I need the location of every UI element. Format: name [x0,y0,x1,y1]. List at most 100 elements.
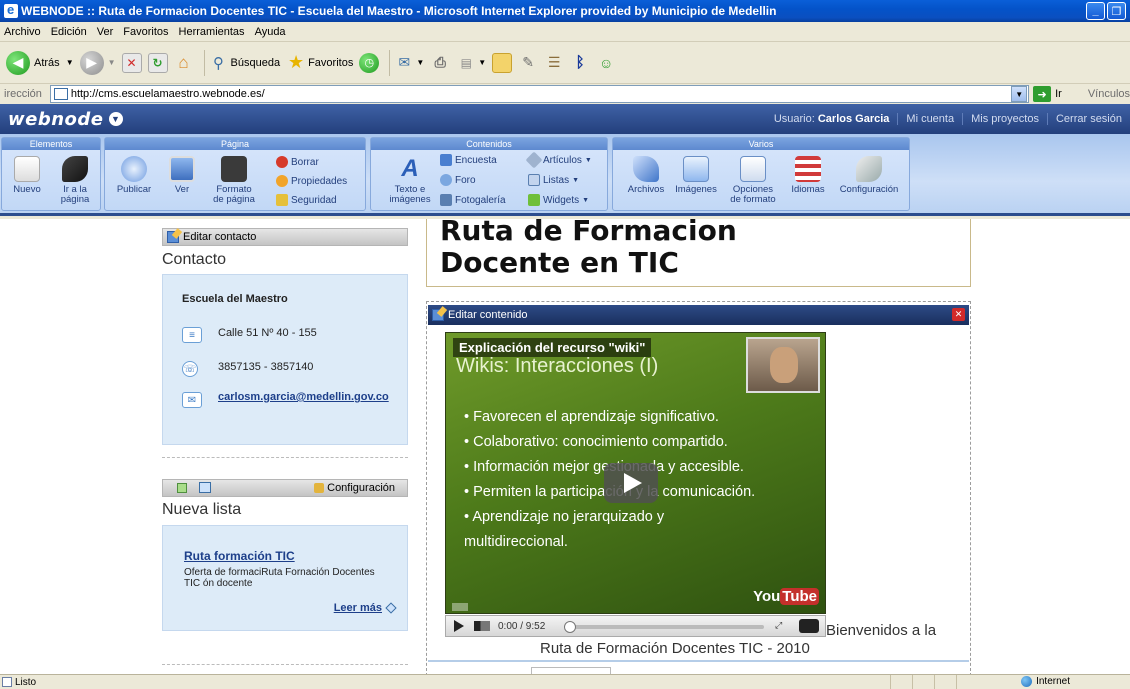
messenger-icon[interactable]: ☺ [596,53,616,73]
seguridad-button[interactable]: Seguridad [276,194,337,206]
list-config-button[interactable]: Configuración [314,482,395,494]
menu-herramientas[interactable]: Herramientas [175,26,251,38]
my-projects-link[interactable]: Mis proyectos [962,113,1047,125]
publish-icon [121,156,147,182]
articulos-button[interactable]: Artículos ▼ [525,151,592,169]
discuss-icon[interactable]: ☰ [544,53,564,73]
forward-button[interactable]: ▶ ▼ [79,50,116,75]
logout-link[interactable]: Cerrar sesión [1046,113,1130,125]
video-watermark-icon [452,603,468,611]
menu-edicion[interactable]: Edición [47,26,93,38]
edit-content-bar[interactable]: Editar contenido ✕ [428,305,969,325]
menu-ayuda[interactable]: Ayuda [251,26,292,38]
go-arrow-icon[interactable]: ➜ [1033,86,1052,102]
volume-icon[interactable] [474,621,490,631]
archivos-button[interactable]: Archivos [618,156,674,195]
contact-address: Calle 51 Nº 40 - 155 [218,327,317,339]
list-edit-icon[interactable] [199,482,211,493]
edit-contact-bar[interactable]: Editar contacto [162,228,408,246]
divider-2 [162,664,408,665]
widgets-button[interactable]: Widgets ▼ [528,194,589,206]
print-icon[interactable]: ⎙ [430,53,450,73]
stop-icon[interactable]: ✕ [121,52,142,73]
video-controls: 0:00 / 9:52 ⤢ [445,615,826,637]
logo-dropdown-icon[interactable]: ▼ [108,112,123,126]
read-more-link[interactable]: Leer más [334,602,382,614]
foro-button[interactable]: Foro [440,174,476,186]
configuracion-button[interactable]: Configuración [832,156,906,195]
opciones-formato-button[interactable]: Opciones de formato [724,156,782,205]
publicar-button[interactable]: Publicar [112,156,156,195]
folder-icon[interactable] [492,52,513,73]
fotogaleria-button[interactable]: Fotogalería [440,194,506,206]
lists-icon [528,174,540,186]
listas-button[interactable]: Listas ▼ [528,174,579,186]
ver-button[interactable]: Ver [160,156,204,195]
list-add-icon[interactable] [177,483,187,493]
play-icon[interactable] [454,620,464,632]
video-player[interactable]: Wikis: Interacciones (I) Explicación del… [445,332,826,614]
menu-favoritos[interactable]: Favoritos [119,26,174,38]
video-title[interactable]: Explicación del recurso "wiki" [453,338,652,357]
my-account-link[interactable]: Mi cuenta [897,113,962,125]
close-icon[interactable]: ✕ [952,308,965,321]
search-button[interactable]: ⚲ Búsqueda [209,53,280,73]
address-url: http://cms.escuelamaestro.webnode.es/ [70,88,265,100]
go-button-label[interactable]: Ir [1055,88,1062,100]
borrar-button[interactable]: Borrar [276,156,319,168]
webnode-logo[interactable]: webnode [0,109,104,130]
mail-button[interactable]: ✉ ▼ [394,53,424,73]
edit-button[interactable]: ▤ ▼ [456,53,487,73]
formato-pagina-button[interactable]: Formato de página [206,156,262,205]
minimize-button[interactable]: _ [1086,2,1105,20]
user-prefix: Usuario: [773,113,815,125]
expand-icon[interactable]: ⤢ [775,620,789,632]
settings-wrench-icon [856,156,882,182]
research-icon[interactable]: ✎ [518,53,538,73]
address-input[interactable]: http://cms.escuelamaestro.webnode.es/ [49,85,1030,103]
read-more-arrow-icon[interactable] [385,602,397,614]
ir-a-label-2: página [60,194,90,205]
page-headline[interactable]: Ruta de Formacion Docente en TIC [440,219,737,279]
history-icon[interactable]: ◷ [359,52,380,73]
address-dropdown-icon[interactable]: ▼ [1011,86,1028,102]
encuesta-button[interactable]: Encuesta [440,154,497,166]
seek-track[interactable] [568,625,764,629]
propiedades-button[interactable]: Propiedades [276,175,347,187]
idiomas-button[interactable]: Idiomas [784,156,832,195]
goto-page-icon [62,156,88,182]
links-label[interactable]: Vínculos [1088,88,1130,100]
play-overlay-icon[interactable] [604,463,658,503]
texto-imagenes-button[interactable]: A Texto e imágenes [384,156,436,205]
refresh-icon[interactable]: ↻ [147,52,168,73]
widgets-label: Widgets [543,194,580,206]
youtube-logo[interactable]: You Tube [753,588,819,605]
welcome-text-2: Ruta de Formación Docentes TIC - 2010 [540,640,810,657]
video-bullet: Colaborativo: conocimiento compartido. [464,430,764,455]
back-button[interactable]: ◀ Atrás ▼ [6,50,74,75]
list-item-title[interactable]: Ruta formación TIC [184,549,295,563]
page-canvas: Editar contacto Contacto Escuela del Mae… [0,219,1130,674]
fullscreen-icon[interactable] [799,619,819,633]
seek-handle[interactable] [564,621,576,633]
go-to-page-button[interactable]: Ir a la página [50,156,100,205]
borrar-label: Borrar [291,156,319,168]
format-options-icon [740,156,766,182]
restore-button[interactable]: ❐ [1107,2,1126,20]
contact-email-link[interactable]: carlosm.garcia@medellin.gov.co [218,392,389,403]
user-name: Carlos Garcia [817,113,890,125]
properties-icon [276,175,288,187]
forward-arrow-icon: ▶ [79,50,104,75]
imagenes-button[interactable]: Imágenes [668,156,724,195]
bluetooth-icon[interactable]: ᛒ [570,53,590,73]
nuevo-button[interactable]: Nuevo [4,156,50,195]
ie-icon [4,2,18,18]
favorites-button[interactable]: ★ Favoritos [286,52,353,73]
propiedades-label: Propiedades [291,175,348,187]
edit-contact-label: Editar contacto [183,231,257,243]
menu-archivo[interactable]: Archivo [0,26,47,38]
home-icon[interactable]: ⌂ [174,53,194,73]
editor-ribbon: Elementos Nuevo Ir a la página Página Pub… [0,134,1130,216]
headline-line-1: Ruta de Formacion [440,219,737,247]
menu-ver[interactable]: Ver [93,26,120,38]
